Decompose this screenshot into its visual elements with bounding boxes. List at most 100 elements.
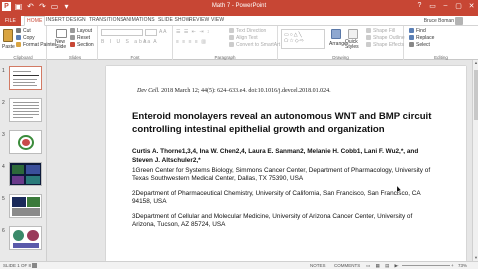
thumb-number: 1 (2, 68, 5, 74)
select-button[interactable]: Select (409, 42, 430, 48)
paste-icon[interactable] (3, 29, 13, 42)
paragraph-group: ☰ ☰ ⇤ ⇥ ↕ ≡ ≡ ≡ ≡ ▥ Text Direction Align… (173, 26, 280, 60)
new-slide-button[interactable]: New Slide (55, 40, 69, 50)
font-group: A A B I U S abc Aa A Font (98, 26, 173, 60)
arrange-icon[interactable] (331, 29, 341, 39)
replace-button[interactable]: Replace (409, 35, 434, 41)
font-size-select[interactable] (145, 29, 157, 36)
user-name[interactable]: Bruce Boman (424, 18, 454, 24)
affiliation-2[interactable]: 2Department of Pharmaceutical Chemistry,… (132, 190, 432, 207)
avatar[interactable] (455, 17, 463, 25)
paste-button[interactable]: Paste (2, 44, 15, 50)
vertical-scrollbar[interactable]: ▲ ▼ (472, 60, 478, 261)
thumb-number: 6 (2, 228, 5, 234)
copy-button[interactable]: Copy (16, 35, 35, 41)
shape-effects-button[interactable]: Shape Effects (366, 42, 404, 48)
thumb-line (13, 105, 39, 106)
cut-button[interactable]: Cut (16, 28, 31, 34)
thumb-image (13, 243, 39, 248)
layout-button[interactable]: Layout (70, 28, 92, 34)
close-icon[interactable]: ✕ (467, 2, 476, 10)
align-buttons[interactable]: ≡ ≡ ≡ ≡ ▥ (176, 39, 207, 45)
tab-animations[interactable]: ANIMATIONS (123, 17, 155, 23)
scrollbar-thumb[interactable] (474, 70, 478, 120)
current-slide[interactable]: Dev Cell. 2018 March 12; 44(5): 624–633.… (106, 66, 466, 261)
reset-button[interactable]: Reset (70, 35, 90, 41)
find-button[interactable]: Find (409, 28, 426, 34)
scroll-up-icon[interactable]: ▲ (473, 60, 478, 66)
zoom-out-icon[interactable]: – (396, 263, 399, 268)
tab-file[interactable]: FILE (0, 16, 21, 26)
affiliation-1[interactable]: 1Green Center for Systems Biology, Simmo… (132, 167, 432, 184)
zoom-slider[interactable] (402, 265, 450, 266)
thumb-image (26, 165, 40, 174)
slide-thumbnail[interactable] (9, 226, 42, 250)
shape-outline-button[interactable]: Shape Outline (366, 35, 405, 41)
section-button[interactable]: Section (70, 42, 94, 48)
affiliation-3[interactable]: 3Department of Cellular and Molecular Me… (132, 213, 432, 230)
layout-icon (70, 28, 75, 34)
tab-slide-show[interactable]: SLIDE SHOW (158, 17, 190, 23)
new-slide-icon[interactable] (56, 29, 67, 38)
effects-icon (366, 42, 371, 48)
paper-title[interactable]: Enteroid monolayers reveal an autonomous… (132, 110, 432, 136)
ribbon-display-icon[interactable]: ▭ (428, 2, 437, 10)
spelling-icon[interactable] (32, 263, 37, 268)
tab-design[interactable]: DESIGN (66, 17, 86, 23)
list-buttons[interactable]: ☰ ☰ ⇤ ⇥ ↕ (176, 29, 210, 35)
reset-icon (70, 35, 75, 41)
slide-thumbnail[interactable] (9, 66, 42, 90)
tab-home[interactable]: HOME (24, 16, 46, 26)
select-icon (409, 42, 414, 48)
outline-icon (366, 35, 371, 41)
zoom-in-icon[interactable]: + (451, 263, 454, 268)
status-bar: SLIDE 1 OF 8 NOTES COMMENTS ▭ ▦ ▤ ▶ – + … (0, 261, 478, 269)
view-buttons[interactable]: ▭ ▦ ▤ ▶ (366, 263, 400, 269)
slide-thumbnail[interactable] (9, 130, 42, 154)
help-icon[interactable]: ? (415, 2, 424, 10)
zoom-level[interactable]: 73% (458, 263, 467, 268)
tab-view[interactable]: VIEW (211, 17, 224, 23)
slides-group: New Slide Layout Reset Section Slides (53, 26, 98, 60)
window-title: Math 7 - PowerPoint (211, 3, 267, 9)
font-name-select[interactable] (101, 29, 143, 36)
scissors-icon (16, 28, 21, 34)
thumb-image (13, 230, 24, 241)
restore-icon[interactable]: ▢ (454, 2, 463, 10)
tab-insert[interactable]: INSERT (46, 17, 65, 23)
quick-styles-button[interactable]: Quick Styles (345, 40, 361, 50)
slide-thumbnail[interactable] (9, 98, 42, 122)
slide-thumbnail[interactable] (9, 194, 42, 218)
minimize-icon[interactable]: – (441, 2, 450, 10)
citation: Dev Cell. 2018 March 12; 44(5): 624–633.… (137, 88, 331, 94)
thumb-line (13, 114, 39, 115)
thumb-line (13, 102, 39, 103)
paper-authors[interactable]: Curtis A. Thorne1,3,4, Ina W. Chen2,4, L… (132, 148, 432, 165)
shapes-gallery[interactable]: ▭○△╲ ⬠☆◇⇨ (281, 29, 325, 49)
comments-button[interactable]: COMMENTS (334, 263, 360, 268)
thumb-number: 3 (2, 132, 5, 138)
slide-thumbnails-pane: 1 2 3 4 5 6 (0, 60, 47, 261)
thumb-image (12, 208, 40, 216)
text-direction-button[interactable]: Text Direction (229, 28, 266, 34)
ribbon: Paste Cut Copy Format Painter Clipboard … (0, 26, 478, 60)
thumb-number: 4 (2, 164, 5, 170)
tab-transitions[interactable]: TRANSITIONS (89, 17, 124, 23)
font-style-buttons[interactable]: B I U S abc (101, 39, 148, 45)
quick-styles-icon[interactable] (348, 29, 358, 39)
replace-icon (409, 35, 414, 41)
shape-fill-button[interactable]: Shape Fill (366, 28, 395, 34)
align-text-button[interactable]: Align Text (229, 35, 258, 41)
grow-font-icon[interactable]: A A (159, 29, 167, 35)
fill-icon (366, 28, 371, 34)
thumb-image (12, 197, 26, 207)
thumb-line (13, 75, 39, 76)
format-painter-button[interactable]: Format Painter (16, 42, 56, 48)
convert-smartart-button[interactable]: Convert to SmartArt (229, 42, 280, 48)
slide-editor: Dev Cell. 2018 March 12; 44(5): 624–633.… (47, 60, 478, 261)
font-color-buttons[interactable]: Aa A (143, 39, 158, 45)
slide-thumbnail[interactable] (9, 162, 42, 186)
notes-button[interactable]: NOTES (310, 263, 326, 268)
tab-review[interactable]: REVIEW (189, 17, 209, 23)
ribbon-tabs: FILE HOME INSERT DESIGN TRANSITIONS ANIM… (0, 16, 478, 26)
